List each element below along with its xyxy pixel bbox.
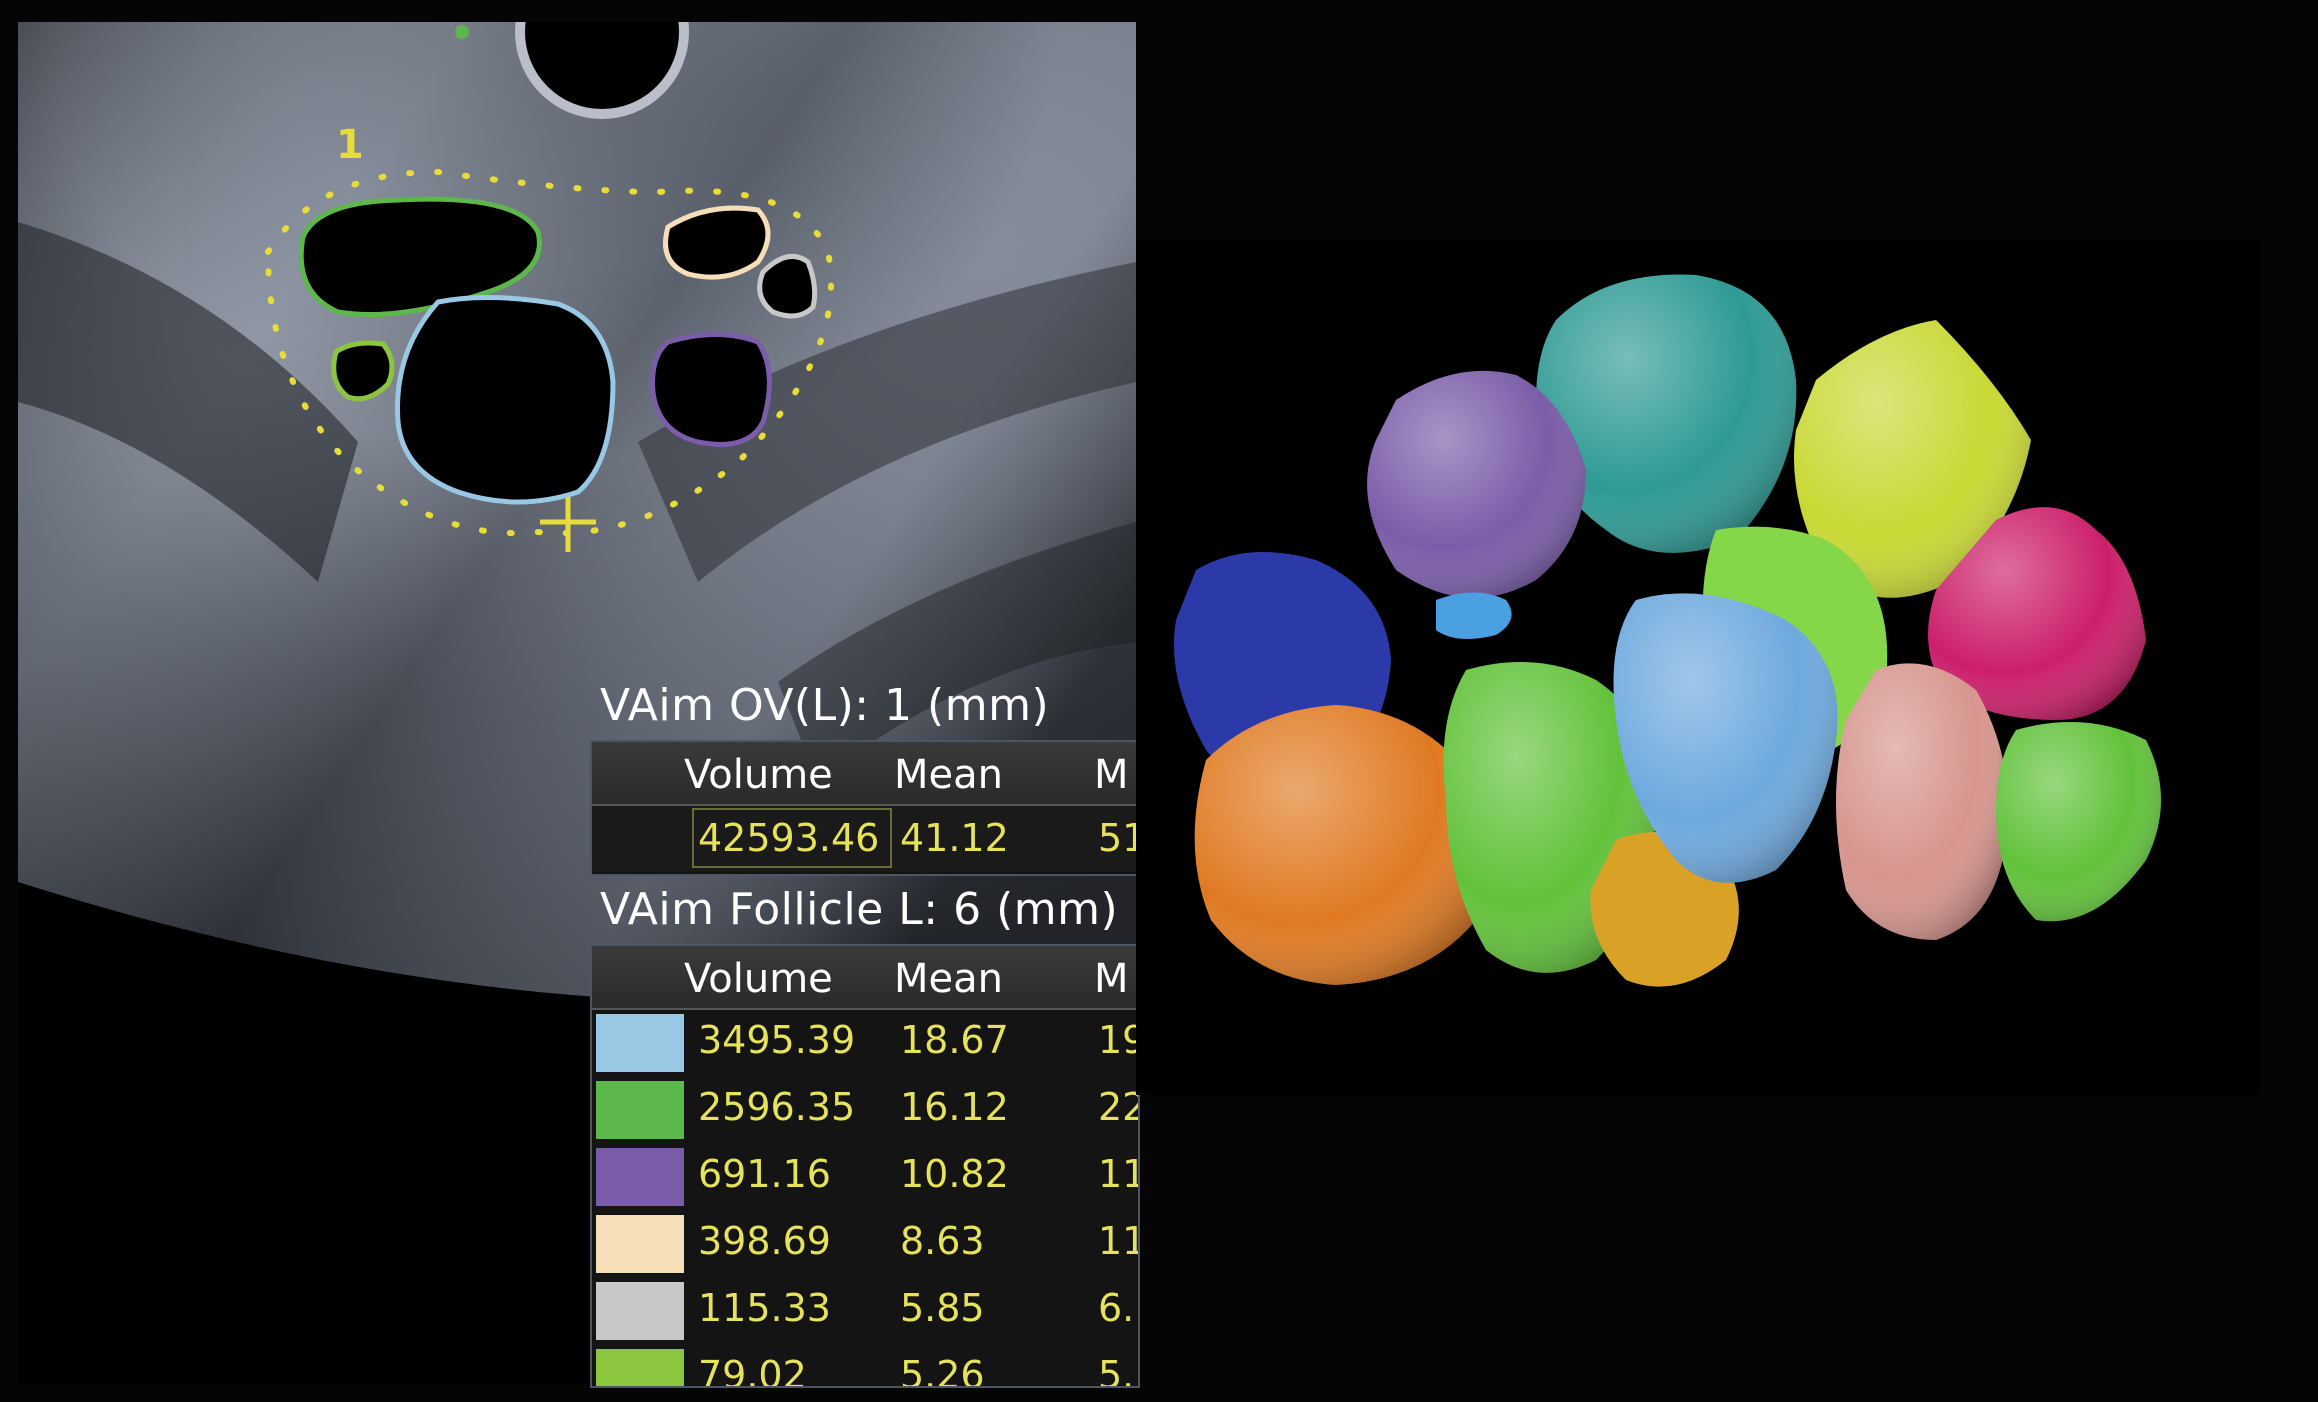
follicle-outline-purple[interactable] [650, 332, 772, 447]
follicle-max-value: 19 [1098, 1018, 1138, 1062]
ovary-mean-value: 41.12 [900, 816, 1009, 860]
follicle-volume-value: 398.69 [698, 1219, 831, 1263]
follicle-outline-blue[interactable] [395, 294, 616, 505]
ovary-measurement-table: Volume Mean M 42593.46 41.12 51 [590, 740, 1140, 876]
follicle-measurement-table: Volume Mean M 3495.39 18.67 19 2596.35 16.12… [590, 944, 1140, 1388]
follicle-3d-shading [1836, 663, 2008, 940]
column-header-mean: Mean [894, 956, 1003, 1002]
follicle-mean-value: 8.63 [900, 1219, 985, 1263]
follicle-mean-value: 16.12 [900, 1085, 1009, 1129]
ovary-volume-value: 42593.46 [698, 816, 880, 860]
follicle-volume-value: 3495.39 [698, 1018, 856, 1062]
column-header-mean: Mean [894, 752, 1003, 798]
follicle-color-swatch [596, 1148, 684, 1206]
follicle-table-header: Volume Mean M [592, 946, 1138, 1010]
follicle-mean-value: 5.85 [900, 1286, 985, 1330]
column-header-volume: Volume [684, 752, 833, 798]
orientation-marker-icon [455, 25, 469, 39]
follicle-max-value: 6. [1098, 1286, 1135, 1330]
follicle-color-swatch [596, 1215, 684, 1273]
viewer-frame: 1 VAim OV(L): 1 (mm) Volume Mean M 42593… [0, 0, 2318, 1402]
table-row[interactable]: 691.16 10.82 11 [592, 1144, 1138, 1211]
follicle-3d-shading [1367, 370, 1586, 598]
follicle-max-value: 22 [1098, 1085, 1138, 1129]
table-row[interactable]: 2596.35 16.12 22 [592, 1077, 1138, 1144]
follicle-panel-title: VAim Follicle L: 6 (mm) [600, 884, 1119, 935]
table-row[interactable]: 3495.39 18.67 19 [592, 1010, 1138, 1077]
follicle-max-value: 5. [1098, 1353, 1135, 1388]
follicle-volume-value: 2596.35 [698, 1085, 856, 1129]
follicle-rows: 3495.39 18.67 19 2596.35 16.12 22 691.16 10.82 1… [592, 1010, 1138, 1388]
follicle-3d-shading [1996, 722, 2161, 922]
follicle-volume-value: 115.33 [698, 1286, 831, 1330]
table-row[interactable]: 79.02 5.26 5. [592, 1345, 1138, 1388]
table-row[interactable]: 115.33 5.85 6. [592, 1278, 1138, 1345]
ovary-panel-title: VAim OV(L): 1 (mm) [600, 680, 1050, 731]
follicle-3d-small-blue [1436, 592, 1512, 639]
column-header-max: M [1094, 752, 1129, 798]
follicle-volume-value: 79.02 [698, 1353, 807, 1388]
ovary-marker-label: 1 [336, 122, 364, 168]
follicle-color-swatch [596, 1081, 684, 1139]
column-header-max: M [1094, 956, 1129, 1002]
ovary-table-header: Volume Mean M [592, 742, 1138, 806]
follicle-mean-value: 18.67 [900, 1018, 1009, 1062]
follicle-mean-value: 10.82 [900, 1152, 1009, 1196]
follicle-volume-value: 691.16 [698, 1152, 831, 1196]
ovary-max-value: 51 [1098, 816, 1138, 860]
follicle-max-value: 11 [1098, 1152, 1138, 1196]
follicle-mean-value: 5.26 [900, 1353, 985, 1388]
follicle-color-swatch [596, 1282, 684, 1340]
follicle-outline-peach[interactable] [663, 205, 771, 280]
follicle-3d-render [1174, 274, 2161, 987]
follicle-3d-render-pane[interactable] [1136, 240, 2260, 1095]
column-header-volume: Volume [684, 956, 833, 1002]
follicle-max-value: 11 [1098, 1219, 1138, 1263]
follicle-color-swatch [596, 1349, 684, 1386]
table-row[interactable]: 42593.46 41.12 51 [592, 806, 1138, 872]
follicle-outline-lime[interactable] [331, 340, 395, 402]
follicle-outline-gray[interactable] [757, 253, 818, 319]
table-row[interactable]: 398.69 8.63 11 [592, 1211, 1138, 1278]
follicle-color-swatch [596, 1014, 684, 1072]
